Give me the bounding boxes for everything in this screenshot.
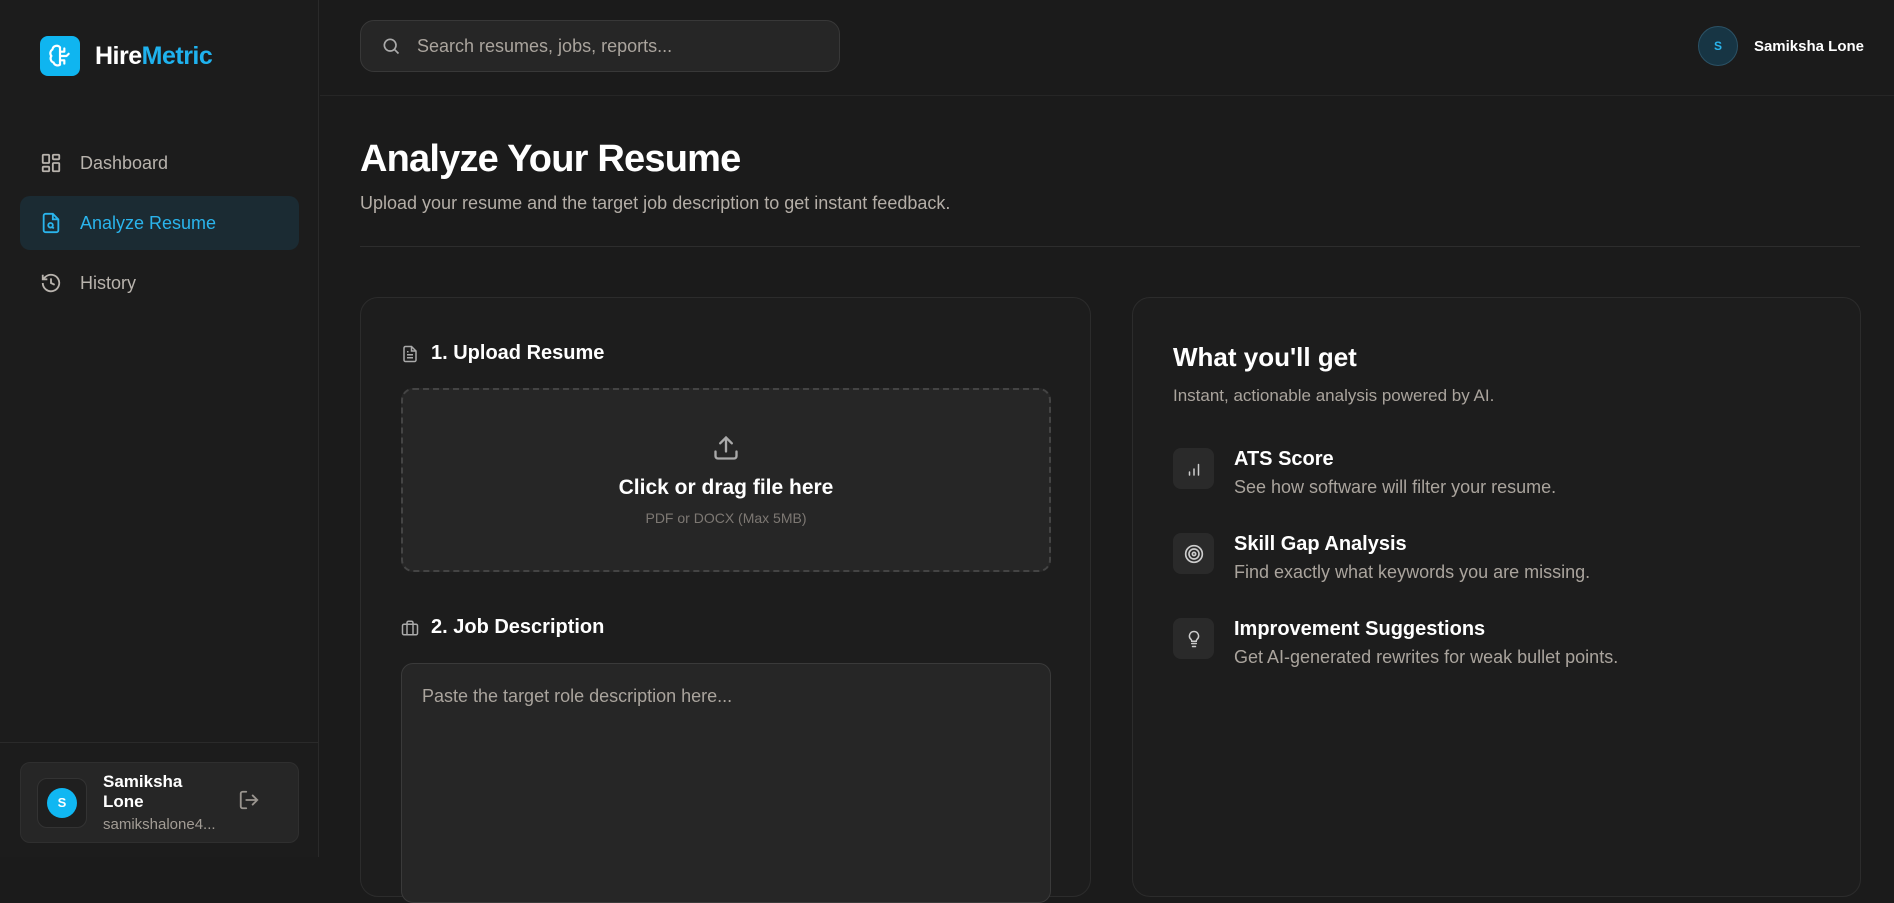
- brand-name-part2: Metric: [141, 41, 213, 70]
- sidebar-item-history[interactable]: History: [20, 256, 299, 310]
- feature-title: Skill Gap Analysis: [1234, 533, 1407, 555]
- sidebar-nav: Dashboard Analyze Resume History: [20, 136, 299, 316]
- brain-icon: [40, 36, 80, 76]
- search-icon: [383, 38, 400, 55]
- feature-item: ATS Score See how software will filter yo…: [1173, 448, 1556, 498]
- feature-item: Improvement Suggestions Get AI-generated …: [1173, 618, 1618, 668]
- avatar: S: [1697, 26, 1738, 66]
- search-input[interactable]: [417, 35, 817, 57]
- sidebar-item-label: Dashboard: [80, 152, 169, 173]
- file-search-icon: [42, 212, 60, 234]
- user-card: S Samiksha Lone samikshalone4...: [20, 762, 299, 843]
- feature-title: Improvement Suggestions: [1234, 618, 1486, 640]
- job-label-text: 2. Job Description: [431, 616, 605, 638]
- lightbulb-icon: [1173, 618, 1214, 659]
- dropzone-title: Click or drag file here: [618, 476, 834, 499]
- top-header: S Samiksha Lone: [320, 0, 1894, 96]
- sidebar: HireMetric Dashboard Analyze Resume Hist…: [0, 0, 319, 857]
- upload-label-text: 1. Upload Resume: [431, 342, 605, 364]
- info-title: What you'll get: [1173, 342, 1357, 372]
- bar-chart-icon: [1173, 448, 1214, 489]
- briefcase-icon: [401, 620, 419, 635]
- avatar-initial: S: [47, 787, 77, 818]
- header-user-menu[interactable]: S Samiksha Lone: [1697, 26, 1864, 66]
- job-description-input[interactable]: [401, 663, 1051, 903]
- sidebar-item-analyze-resume[interactable]: Analyze Resume: [20, 196, 299, 250]
- feature-desc: Get AI-generated rewrites for weak bulle…: [1234, 647, 1619, 667]
- user-email: samikshalone4...: [103, 816, 216, 833]
- avatar: S: [37, 777, 87, 828]
- logout-icon: [239, 790, 259, 810]
- brand-name-part1: Hire: [95, 41, 142, 70]
- file-text-icon: [403, 345, 417, 362]
- job-section-label: 2. Job Description: [401, 616, 604, 639]
- feature-title: ATS Score: [1234, 448, 1334, 470]
- logo[interactable]: HireMetric: [40, 36, 213, 76]
- info-card: What you'll get Instant, actionable anal…: [1132, 297, 1861, 897]
- header-user-name: Samiksha Lone: [1753, 37, 1864, 55]
- info-subtitle: Instant, actionable analysis powered by …: [1173, 386, 1495, 405]
- sidebar-item-dashboard[interactable]: Dashboard: [20, 136, 299, 190]
- history-icon: [41, 273, 61, 293]
- sidebar-item-label: History: [80, 272, 137, 293]
- target-icon: [1173, 533, 1214, 574]
- dashboard-icon: [41, 153, 61, 173]
- feature-item: Skill Gap Analysis Find exactly what keyw…: [1173, 533, 1590, 583]
- upload-section-label: 1. Upload Resume: [401, 342, 604, 365]
- user-name: Samiksha Lone: [103, 772, 183, 811]
- divider: [0, 742, 319, 743]
- search-bar[interactable]: [360, 20, 840, 72]
- feature-desc: Find exactly what keywords you are missi…: [1234, 562, 1591, 582]
- upload-icon: [714, 435, 738, 460]
- page-title: Analyze Your Resume: [360, 138, 741, 180]
- feature-desc: See how software will filter your resume…: [1234, 477, 1557, 497]
- page-subtitle: Upload your resume and the target job de…: [360, 193, 951, 213]
- divider: [360, 246, 1860, 247]
- file-dropzone[interactable]: Click or drag file here PDF or DOCX (Max…: [401, 388, 1051, 572]
- sidebar-item-label: Analyze Resume: [80, 212, 217, 233]
- dropzone-hint: PDF or DOCX (Max 5MB): [645, 510, 807, 526]
- analyze-form-card: 1. Upload Resume Click or drag file here…: [360, 297, 1091, 903]
- logout-button[interactable]: [238, 789, 260, 816]
